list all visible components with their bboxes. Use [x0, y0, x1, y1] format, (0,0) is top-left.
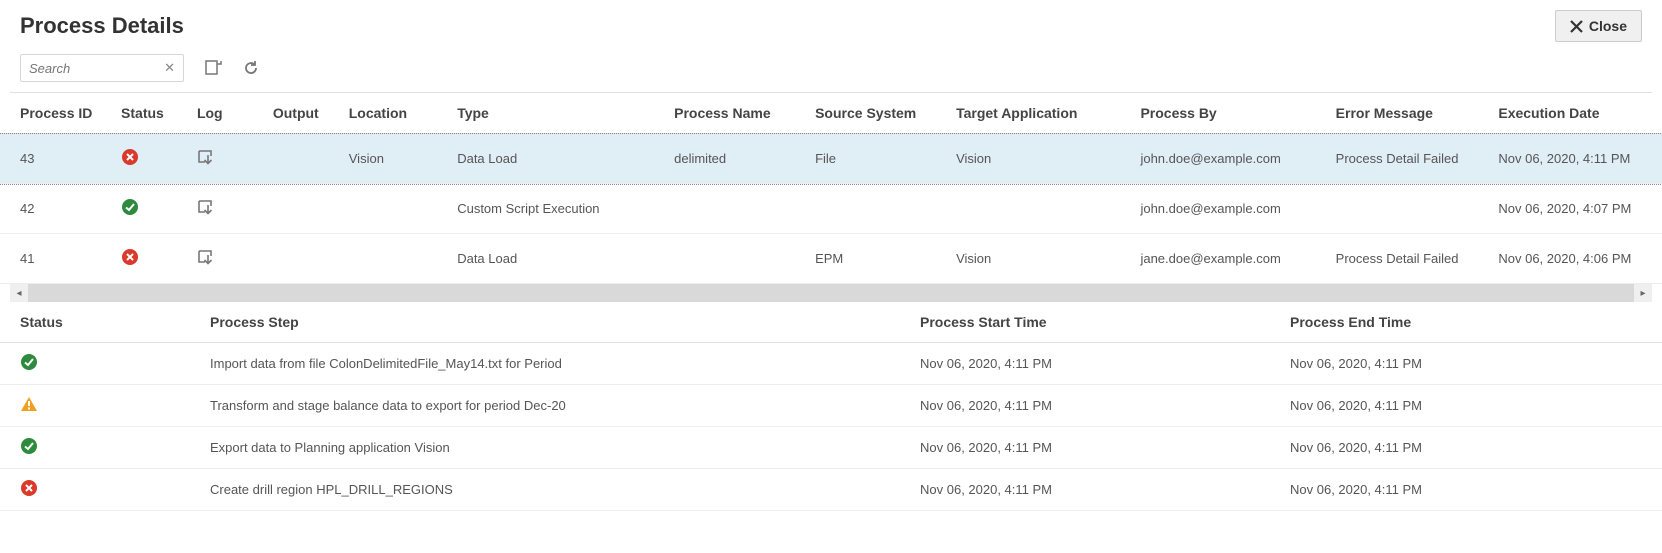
status-error-icon — [20, 479, 38, 497]
cell-end-time: Nov 06, 2020, 4:11 PM — [1280, 343, 1662, 385]
status-error-icon — [121, 248, 139, 266]
cell-target-app: Vision — [946, 134, 1130, 184]
col-location[interactable]: Location — [339, 93, 447, 134]
cell-location — [339, 234, 447, 284]
dcol-start[interactable]: Process Start Time — [910, 302, 1280, 343]
detail-table: Status Process Step Process Start Time P… — [0, 302, 1662, 511]
col-target-app[interactable]: Target Application — [946, 93, 1130, 134]
cell-type: Data Load — [447, 234, 664, 284]
cell-target-app — [946, 184, 1130, 234]
cell-source-system: EPM — [805, 234, 946, 284]
download-log-icon[interactable] — [197, 198, 217, 216]
cell-target-app: Vision — [946, 234, 1130, 284]
cell-process-by: john.doe@example.com — [1130, 134, 1325, 184]
cell-source-system — [805, 184, 946, 234]
cell-step: Export data to Planning application Visi… — [200, 427, 910, 469]
cell-step: Import data from file ColonDelimitedFile… — [200, 343, 910, 385]
cell-error-msg — [1326, 184, 1489, 234]
col-output[interactable]: Output — [263, 93, 339, 134]
download-log-icon[interactable] — [197, 248, 217, 266]
cell-process-name: delimited — [664, 134, 805, 184]
cell-output — [263, 234, 339, 284]
cell-process-id: 41 — [0, 234, 111, 284]
table-row[interactable]: 42 Custom Script Execution john.doe@exampl… — [0, 184, 1662, 234]
cell-start-time: Nov 06, 2020, 4:11 PM — [910, 469, 1280, 511]
cell-process-id: 42 — [0, 184, 111, 234]
close-button[interactable]: Close — [1555, 10, 1642, 42]
detail-row[interactable]: Import data from file ColonDelimitedFile… — [0, 343, 1662, 385]
cell-type: Data Load — [447, 134, 664, 184]
search-box: ✕ — [20, 54, 184, 82]
col-error-msg[interactable]: Error Message — [1326, 93, 1489, 134]
col-process-id[interactable]: Process ID — [0, 93, 111, 134]
dcol-status[interactable]: Status — [0, 302, 200, 343]
search-clear-icon[interactable]: ✕ — [164, 60, 183, 76]
cell-exec-date: Nov 06, 2020, 4:07 PM — [1488, 184, 1662, 234]
cell-start-time: Nov 06, 2020, 4:11 PM — [910, 343, 1280, 385]
process-table: Process ID Status Log Output Location Ty… — [0, 93, 1662, 284]
dcol-end[interactable]: Process End Time — [1280, 302, 1662, 343]
col-status[interactable]: Status — [111, 93, 187, 134]
cell-process-by: john.doe@example.com — [1130, 184, 1325, 234]
status-warning-icon — [20, 395, 38, 413]
detail-row[interactable]: Export data to Planning application Visi… — [0, 427, 1662, 469]
cell-step: Create drill region HPL_DRILL_REGIONS — [200, 469, 910, 511]
table-row[interactable]: 43VisionData LoaddelimitedFileVisionjohn… — [0, 134, 1662, 184]
cell-end-time: Nov 06, 2020, 4:11 PM — [1280, 469, 1662, 511]
col-process-by[interactable]: Process By — [1130, 93, 1325, 134]
table-row[interactable]: 41 Data Load EPMVisionjane.doe@example.com… — [0, 234, 1662, 284]
cell-end-time: Nov 06, 2020, 4:11 PM — [1280, 427, 1662, 469]
detail-row[interactable]: Create drill region HPL_DRILL_REGIONSNov… — [0, 469, 1662, 511]
col-process-name[interactable]: Process Name — [664, 93, 805, 134]
cell-step: Transform and stage balance data to expo… — [200, 385, 910, 427]
detach-icon[interactable] — [204, 59, 222, 77]
cell-start-time: Nov 06, 2020, 4:11 PM — [910, 427, 1280, 469]
cell-process-by: jane.doe@example.com — [1130, 234, 1325, 284]
cell-source-system: File — [805, 134, 946, 184]
status-success-icon — [20, 353, 38, 371]
cell-error-msg: Process Detail Failed — [1326, 234, 1489, 284]
download-log-icon[interactable] — [197, 148, 217, 166]
status-success-icon — [121, 198, 139, 216]
cell-exec-date: Nov 06, 2020, 4:11 PM — [1488, 134, 1662, 184]
cell-exec-date: Nov 06, 2020, 4:06 PM — [1488, 234, 1662, 284]
cell-output — [263, 134, 339, 184]
cell-start-time: Nov 06, 2020, 4:11 PM — [910, 385, 1280, 427]
status-success-icon — [20, 437, 38, 455]
cell-process-id: 43 — [0, 134, 111, 184]
scroll-right-icon[interactable]: ▸ — [1634, 284, 1652, 302]
cell-process-name — [664, 184, 805, 234]
refresh-icon[interactable] — [242, 59, 260, 77]
dcol-step[interactable]: Process Step — [200, 302, 910, 343]
cell-output — [263, 184, 339, 234]
detail-header-row: Status Process Step Process Start Time P… — [0, 302, 1662, 343]
col-type[interactable]: Type — [447, 93, 664, 134]
search-input[interactable] — [21, 57, 164, 80]
scroll-left-icon[interactable]: ◂ — [10, 284, 28, 302]
table-header-row: Process ID Status Log Output Location Ty… — [0, 93, 1662, 134]
close-icon — [1570, 20, 1583, 33]
col-exec-date[interactable]: Execution Date — [1488, 93, 1662, 134]
page-title: Process Details — [20, 13, 184, 39]
cell-location: Vision — [339, 134, 447, 184]
close-label: Close — [1589, 18, 1627, 34]
cell-location — [339, 184, 447, 234]
cell-end-time: Nov 06, 2020, 4:11 PM — [1280, 385, 1662, 427]
col-log[interactable]: Log — [187, 93, 263, 134]
horizontal-scrollbar[interactable]: ◂ ▸ — [10, 284, 1652, 302]
cell-process-name — [664, 234, 805, 284]
col-source-system[interactable]: Source System — [805, 93, 946, 134]
status-error-icon — [121, 148, 139, 166]
detail-row[interactable]: Transform and stage balance data to expo… — [0, 385, 1662, 427]
cell-type: Custom Script Execution — [447, 184, 664, 234]
cell-error-msg: Process Detail Failed — [1326, 134, 1489, 184]
